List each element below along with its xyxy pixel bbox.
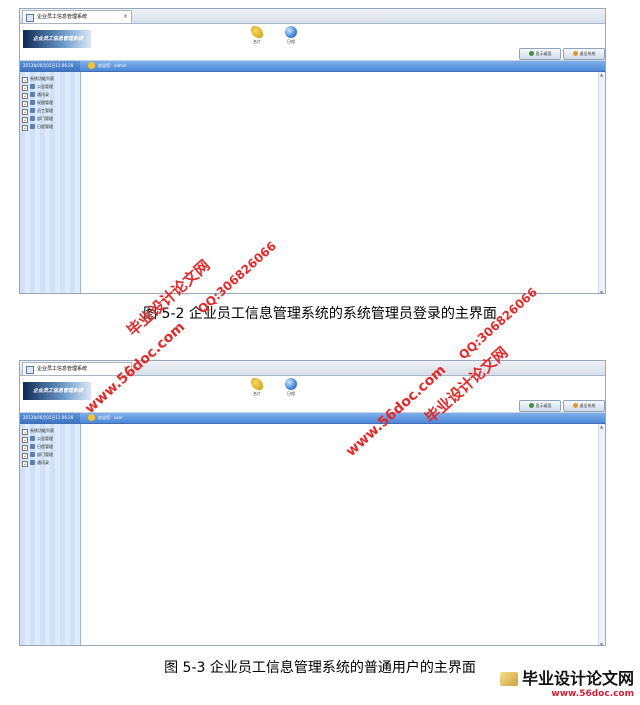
function-tree: − 系统功能列表 + 公告管理 + 日程管理 + 部门管理 + 通讯录	[20, 424, 80, 467]
main-body: − 系统功能列表 + 公告管理 + 日程管理 + 部门管理 + 通讯录 ▲ ▼	[20, 424, 605, 646]
show-desktop-button[interactable]: 显示桌面	[519, 400, 561, 412]
sidebar: − 系统功能列表 + 公告管理 + 通讯录 + 权限管理 + 员工管理 + 部门管理 + 日程…	[20, 72, 81, 293]
tree-item[interactable]: + 公告管理	[22, 83, 80, 91]
tree-item[interactable]: + 部门管理	[22, 115, 80, 123]
tree-item[interactable]: + 部门管理	[22, 451, 80, 459]
system-logo: 企业员工信息管理系统	[23, 382, 91, 400]
show-desktop-button[interactable]: 显示桌面	[519, 48, 561, 60]
exit-button[interactable]: 退出系统	[563, 48, 605, 60]
folder-icon	[30, 92, 35, 97]
user-icon	[88, 62, 95, 69]
footer-logo: 毕业设计论文网 www.56doc.com	[499, 665, 634, 699]
function-tree: − 系统功能列表 + 公告管理 + 通讯录 + 权限管理 + 员工管理 + 部门管理 + 日程…	[20, 72, 80, 131]
exit-button[interactable]: 退出系统	[563, 400, 605, 412]
card-tool-button[interactable]: 名片	[245, 26, 269, 45]
expand-icon[interactable]: +	[22, 125, 28, 131]
card-icon	[251, 26, 263, 38]
welcome-text: 欢迎您：admin	[88, 61, 127, 71]
tree-item[interactable]: + 员工管理	[22, 107, 80, 115]
folder-icon	[30, 452, 35, 457]
exit-icon	[572, 403, 578, 408]
screenshot-admin: 企业员工信息管理系统 × 企业员工信息管理系统 名片 日程 显示桌面 退出系统 …	[19, 8, 606, 294]
folder-icon	[30, 436, 35, 441]
app-header: 企业员工信息管理系统 名片 日程 显示桌面 退出系统	[20, 24, 605, 61]
vertical-scrollbar[interactable]: ▲ ▼	[598, 424, 605, 646]
datetime: 2013年06月02日11:06:28	[20, 413, 80, 423]
folder-icon	[30, 124, 35, 129]
tab-bar: 企业员工信息管理系统 ×	[20, 9, 605, 24]
folder-icon	[30, 100, 35, 105]
page-icon	[26, 366, 34, 374]
tree-item[interactable]: + 公告管理	[22, 435, 80, 443]
figure-caption-1: 图 5-2 企业员工信息管理系统的系统管理员登录的主界面	[143, 306, 497, 322]
desktop-icon	[528, 51, 534, 56]
card-icon	[251, 378, 263, 390]
tree-item[interactable]: + 日程管理	[22, 123, 80, 131]
tree-root[interactable]: − 系统功能列表	[22, 75, 80, 83]
datetime: 2013年06月02日11:06:28	[20, 61, 80, 71]
close-icon[interactable]: ×	[123, 11, 128, 23]
tree-item[interactable]: + 通讯录	[22, 91, 80, 99]
tree-item[interactable]: + 权限管理	[22, 99, 80, 107]
system-logo: 企业员工信息管理系统	[23, 30, 91, 48]
tree-item[interactable]: + 通讯录	[22, 459, 80, 467]
folder-icon	[30, 84, 35, 89]
logo-mark-icon	[499, 672, 518, 686]
scroll-down-icon[interactable]: ▼	[600, 643, 604, 646]
scroll-up-icon[interactable]: ▲	[600, 73, 604, 77]
tree-item[interactable]: + 日程管理	[22, 443, 80, 451]
globe-icon	[285, 378, 297, 390]
tab-main[interactable]: 企业员工信息管理系统 ×	[22, 10, 132, 23]
tree-root[interactable]: − 系统功能列表	[22, 427, 80, 435]
card-tool-button[interactable]: 名片	[245, 378, 269, 397]
folder-icon	[30, 444, 35, 449]
folder-icon	[30, 116, 35, 121]
expand-icon[interactable]: +	[22, 461, 28, 467]
exit-icon	[572, 51, 578, 56]
folder-icon	[30, 460, 35, 465]
scroll-up-icon[interactable]: ▲	[600, 425, 604, 429]
status-bar: 2013年06月02日11:06:28 欢迎您：admin	[20, 61, 605, 72]
content-area	[81, 424, 599, 645]
globe-icon	[285, 26, 297, 38]
folder-icon	[30, 108, 35, 113]
scroll-down-icon[interactable]: ▼	[600, 291, 604, 294]
status-bar: 2013年06月02日11:06:28 欢迎您：user	[20, 413, 605, 424]
page-icon	[26, 14, 34, 22]
vertical-scrollbar[interactable]: ▲ ▼	[598, 72, 605, 294]
tab-bar: 企业员工信息管理系统 ×	[20, 361, 605, 376]
sidebar: − 系统功能列表 + 公告管理 + 日程管理 + 部门管理 + 通讯录	[20, 424, 81, 645]
content-area	[81, 72, 599, 293]
desktop-icon	[528, 403, 534, 408]
schedule-tool-button[interactable]: 日程	[279, 378, 303, 397]
main-body: − 系统功能列表 + 公告管理 + 通讯录 + 权限管理 + 员工管理 + 部门管理 + 日程…	[20, 72, 605, 294]
schedule-tool-button[interactable]: 日程	[279, 26, 303, 45]
